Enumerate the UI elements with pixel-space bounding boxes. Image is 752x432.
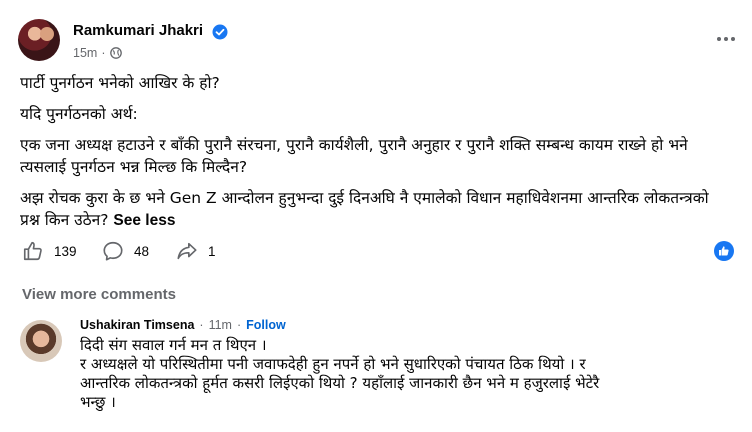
- post-meta: 15m ·: [73, 46, 122, 60]
- comment-separator: ·: [199, 318, 204, 332]
- globe-icon: [109, 47, 122, 59]
- comment-text: दिदी संग सवाल गर्न मन त थिएन । र अध्यक्ष…: [80, 336, 740, 412]
- author-avatar[interactable]: [18, 19, 60, 61]
- comment-separator: ·: [236, 318, 242, 332]
- thumbs-up-icon: [23, 241, 42, 261]
- comment-bubble-icon: [103, 241, 123, 261]
- follow-button[interactable]: Follow: [246, 318, 286, 332]
- meta-separator: ·: [101, 46, 106, 60]
- post-time[interactable]: 15m: [73, 46, 97, 60]
- comment-line: भन्छु ।: [80, 393, 116, 411]
- verified-badge-icon: [212, 24, 228, 40]
- comment-header: Ushakiran Timsena · 11m · Follow: [80, 318, 740, 332]
- share-button[interactable]: 1: [176, 240, 216, 262]
- comment-time[interactable]: 11m: [209, 318, 232, 332]
- post-paragraph: पार्टी पुनर्गठन भनेको आखिर के हो?: [20, 74, 220, 92]
- share-arrow-icon: [177, 242, 197, 260]
- author-name[interactable]: Ramkumari Jhakri: [73, 22, 203, 39]
- like-reaction-icon: [719, 246, 729, 256]
- comment-line: आन्तरिक लोकतन्त्रको हूर्मत कसरी लिईएको थ…: [80, 374, 600, 392]
- post-paragraph: यदि पुनर्गठनको अर्थ:: [20, 105, 138, 123]
- commenter-name[interactable]: Ushakiran Timsena: [80, 318, 194, 332]
- comment-line: दिदी संग सवाल गर्न मन त थिएन ।: [80, 336, 267, 354]
- like-reaction-badge[interactable]: [714, 241, 734, 261]
- post-actions: 139 48 1: [20, 238, 740, 266]
- comment-button[interactable]: 48: [102, 240, 149, 262]
- post-paragraph-last: अझ रोचक कुरा के छ भने Gen Z आन्दोलन हुनु…: [20, 187, 732, 232]
- comment-item: Ushakiran Timsena · 11m · Follow दिदी सं…: [80, 318, 740, 412]
- view-more-comments-link[interactable]: View more comments: [22, 286, 176, 303]
- commenter-avatar[interactable]: [20, 320, 62, 362]
- see-less-link[interactable]: See less: [113, 212, 175, 229]
- more-options-icon[interactable]: [716, 36, 736, 42]
- comment-line: र अध्यक्षले यो परिस्थितीमा पनी जवाफदेही …: [80, 355, 586, 373]
- like-button[interactable]: 139: [22, 240, 77, 262]
- like-count: 139: [54, 243, 77, 259]
- post-paragraph: एक जना अध्यक्ष हटाउने र बाँकी पुरानै संर…: [20, 136, 688, 176]
- share-count: 1: [208, 243, 216, 259]
- post-header: Ramkumari Jhakri 15m ·: [18, 16, 738, 64]
- comment-count: 48: [134, 243, 150, 259]
- post-body: पार्टी पुनर्गठन भनेको आखिर के हो? यदि पु…: [20, 72, 732, 241]
